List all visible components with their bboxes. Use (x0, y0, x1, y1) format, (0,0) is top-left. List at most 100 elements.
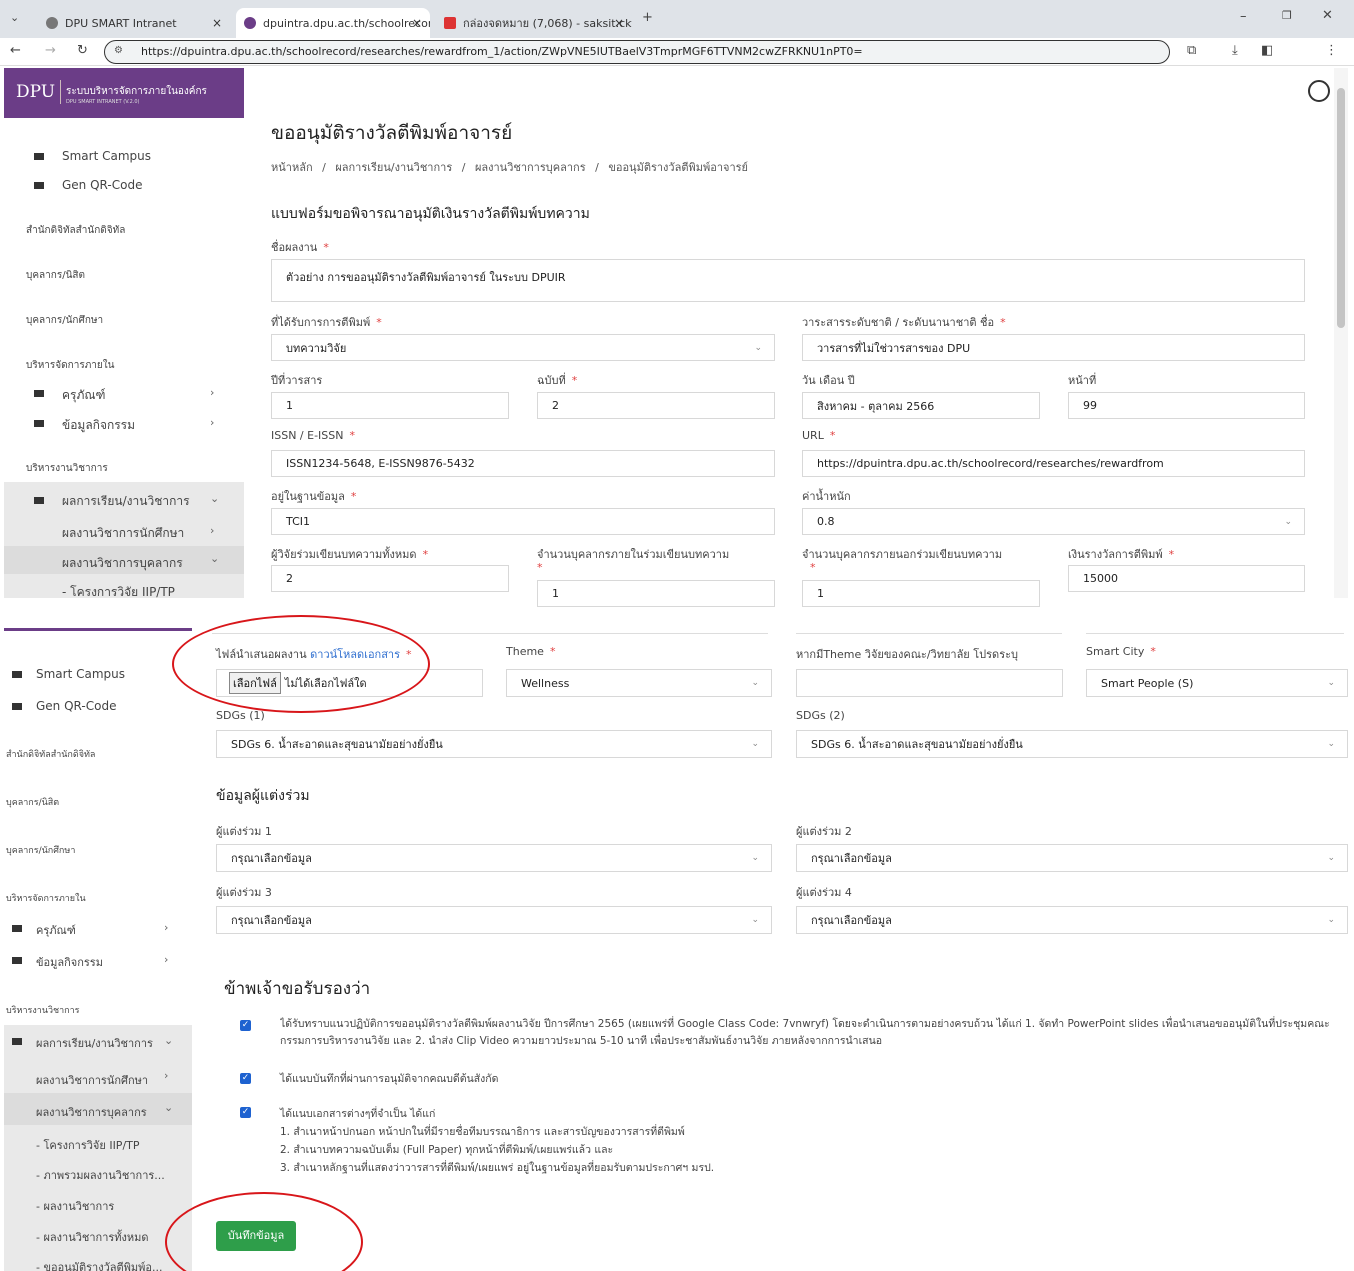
theme-other-input[interactable] (796, 669, 1063, 697)
close-icon[interactable]: × (412, 16, 422, 30)
smart-city-label: Smart City * (1086, 645, 1156, 658)
internal-authors-input[interactable]: 1 (537, 580, 775, 607)
site-info-icon[interactable]: ⚙ (114, 45, 123, 56)
reload-icon[interactable]: ↻ (77, 43, 88, 58)
certify-checkbox-1[interactable]: ✓ (240, 1020, 251, 1031)
forward-icon[interactable]: → (45, 43, 56, 58)
sidebar-item-smart-campus[interactable]: Smart Campus (36, 667, 125, 681)
page-title: ขออนุมัติรางวัลตีพิมพ์อาจารย์ (271, 122, 513, 144)
total-authors-label: ผู้วิจัยร่วมเขียนบทความทั้งหมด * (271, 548, 429, 561)
sidebar-section-internal: บริหารจัดการภายใน (6, 894, 86, 904)
work-name-textarea[interactable]: ตัวอย่าง การขออนุมัติรางวัลตีพิมพ์อาจารย… (271, 259, 1305, 302)
chevron-right-icon: › (210, 524, 215, 537)
maximize-button[interactable]: ❐ (1282, 9, 1292, 22)
sidepanel-icon[interactable]: ◧ (1261, 43, 1273, 58)
sidebar-item-staff-works[interactable]: ผลงานวิชาการบุคลากร (62, 554, 183, 573)
sdg1-select[interactable]: SDGs 6. น้ำสะอาดและสุขอนามัยอย่างยั่งยืน… (216, 730, 772, 758)
new-tab-button[interactable]: + (642, 10, 653, 25)
globe-icon (46, 17, 58, 29)
smart-city-select[interactable]: Smart People (S) ⌄ (1086, 669, 1348, 697)
sidebar-item-student-works[interactable]: ผลงานวิชาการนักศึกษา (62, 524, 184, 543)
tab-search-icon[interactable]: ⌄ (10, 11, 19, 24)
coauthor2-label: ผู้แต่งร่วม 2 (796, 825, 852, 838)
issue-label: ฉบับที่ * (537, 374, 578, 387)
url-label: URL * (802, 429, 836, 442)
reward-input[interactable]: 15000 (1068, 565, 1305, 592)
menu-icon[interactable]: ⋮ (1325, 43, 1338, 58)
minimize-button[interactable]: – (1240, 9, 1247, 24)
breadcrumb-staff-works[interactable]: ผลงานวิชาการบุคลากร (475, 161, 586, 174)
issue-input[interactable]: 2 (537, 392, 775, 419)
sdg2-select[interactable]: SDGs 6. น้ำสะอาดและสุขอนามัยอย่างยั่งยืน… (796, 730, 1348, 758)
sidebar-item-equipment[interactable]: ครุภัณฑ์ (36, 921, 76, 939)
issn-input[interactable]: ISSN1234-5648, E-ISSN9876-5432 (271, 450, 775, 477)
breadcrumb: หน้าหลัก / ผลการเรียน/งานวิชาการ / ผลงาน… (271, 158, 748, 176)
certify-text-3: ได้แนบเอกสารต่างๆที่จำเป็น ได้แก่ 1. สำเ… (280, 1108, 715, 1174)
sidebar-section-staff-learner[interactable]: บุคลากร/นักศึกษา (6, 843, 75, 857)
breadcrumb-sep: / (322, 161, 326, 174)
sidebar-item-equipment[interactable]: ครุภัณฑ์ (62, 386, 105, 405)
sidebar-item-overview[interactable]: - ภาพรวมผลงานวิชาการ... (36, 1166, 165, 1184)
download-icon[interactable]: ⤓ (1232, 43, 1238, 58)
external-authors-input[interactable]: 1 (802, 580, 1040, 607)
back-icon[interactable]: ← (10, 43, 21, 58)
coauthor1-label: ผู้แต่งร่วม 1 (216, 825, 272, 838)
sidebar-item-academic-results[interactable]: ผลการเรียน/งานวิชาการ (36, 1034, 153, 1052)
date-input[interactable]: สิงหาคม - ตุลาคม 2566 (802, 392, 1040, 419)
breadcrumb-home[interactable]: หน้าหลัก (271, 161, 313, 174)
sidebar-section-staff-learner[interactable]: บุคลากร/นักศึกษา (26, 313, 103, 328)
coauthor3-select[interactable]: กรุณาเลือกข้อมูล ⌄ (216, 906, 772, 934)
tab-intranet[interactable]: DPU SMART Intranet × (38, 8, 230, 38)
sidebar-item-gen-qr[interactable]: Gen QR-Code (62, 178, 142, 192)
page-input[interactable]: 99 (1068, 392, 1305, 419)
close-window-button[interactable]: ✕ (1322, 8, 1333, 23)
tab-schoolrecord[interactable]: dpuintra.dpu.ac.th/schoolrecor × (236, 8, 430, 38)
published-select[interactable]: บทความวิจัย ⌄ (271, 334, 775, 361)
bullet-icon (12, 1038, 22, 1045)
sidebar-item-gen-qr[interactable]: Gen QR-Code (36, 699, 116, 713)
sidebar-item-reward-request[interactable]: - ขออนุมัติรางวัลตีพิมพ์อ... (36, 1258, 162, 1271)
scrollbar[interactable] (1334, 68, 1348, 598)
url-input[interactable]: https://dpuintra.dpu.ac.th/schoolrecord/… (104, 40, 1170, 64)
sidebar-item-iip-tp[interactable]: - โครงการวิจัย IIP/TP (36, 1136, 140, 1154)
close-icon[interactable]: × (614, 16, 624, 30)
database-input[interactable]: TCI1 (271, 508, 775, 535)
sidebar-item-activities[interactable]: ข้อมูลกิจกรรม (36, 953, 103, 971)
extensions-icon[interactable]: ⧉ (1187, 43, 1196, 58)
user-account-icon[interactable] (1308, 80, 1330, 102)
coauthor4-select[interactable]: กรุณาเลือกข้อมูล ⌄ (796, 906, 1348, 934)
sidebar-item-smart-campus[interactable]: Smart Campus (62, 149, 151, 163)
scrollbar-thumb[interactable] (1337, 88, 1345, 328)
sidebar-item-all-works[interactable]: - ผลงานวิชาการทั้งหมด (36, 1228, 149, 1246)
dpu-logo: DPU (16, 82, 56, 102)
sidebar-item-academic-results[interactable]: ผลการเรียน/งานวิชาการ (62, 492, 190, 511)
theme-select[interactable]: Wellness ⌄ (506, 669, 772, 697)
close-icon[interactable]: × (212, 16, 222, 30)
theme-other-label: หากมีTheme วิจัยของคณะ/วิทยาลัย โปรดระบุ (796, 648, 1018, 661)
certify-checkbox-3[interactable]: ✓ (240, 1107, 251, 1118)
coauthor1-select[interactable]: กรุณาเลือกข้อมูล ⌄ (216, 844, 772, 872)
date-label: วัน เดือน ปี (802, 374, 855, 387)
sidebar-item-staff-works[interactable]: ผลงานวิชาการบุคลากร (36, 1103, 147, 1121)
journal-input[interactable]: วารสารที่ไม่ใช่วารสารของ DPU (802, 334, 1305, 361)
sidebar-item-student-works[interactable]: ผลงานวิชาการนักศึกษา (36, 1071, 148, 1089)
sidebar-item-works[interactable]: - ผลงานวิชาการ (36, 1197, 114, 1215)
certify-checkbox-2[interactable]: ✓ (240, 1073, 251, 1084)
sidebar-section-digital[interactable]: สำนักดิจิทัลสำนักดิจิทัล (6, 747, 95, 761)
year-input[interactable]: 1 (271, 392, 509, 419)
sidebar-section-staff-student[interactable]: บุคลากร/นิสิต (26, 268, 85, 283)
url-field[interactable]: https://dpuintra.dpu.ac.th/schoolrecord/… (802, 450, 1305, 477)
sdg1-label: SDGs (1) (216, 709, 265, 722)
total-authors-input[interactable]: 2 (271, 565, 509, 592)
bullet-icon (34, 497, 44, 504)
breadcrumb-academic[interactable]: ผลการเรียน/งานวิชาการ (335, 161, 452, 174)
main-content-lower: ไฟล์นำเสนอผลงาน ดาวน์โหลดเอกสาร * เลือกไฟ… (192, 631, 1354, 1271)
sidebar-section-digital[interactable]: สำนักดิจิทัลสำนักดิจิทัล (26, 223, 125, 238)
sidebar-section-staff-student[interactable]: บุคลากร/นิสิต (6, 795, 59, 809)
sidebar-item-activities[interactable]: ข้อมูลกิจกรรม (62, 416, 135, 435)
system-name: ระบบบริหารจัดการภายในองค์กร (66, 86, 207, 97)
weight-select[interactable]: 0.8 ⌄ (802, 508, 1305, 535)
sidebar-item-iip-tp[interactable]: - โครงการวิจัย IIP/TP (62, 583, 175, 602)
coauthor2-select[interactable]: กรุณาเลือกข้อมูล ⌄ (796, 844, 1348, 872)
tab-gmail[interactable]: กล่องจดหมาย (7,068) - saksit.ckt × (436, 8, 632, 38)
